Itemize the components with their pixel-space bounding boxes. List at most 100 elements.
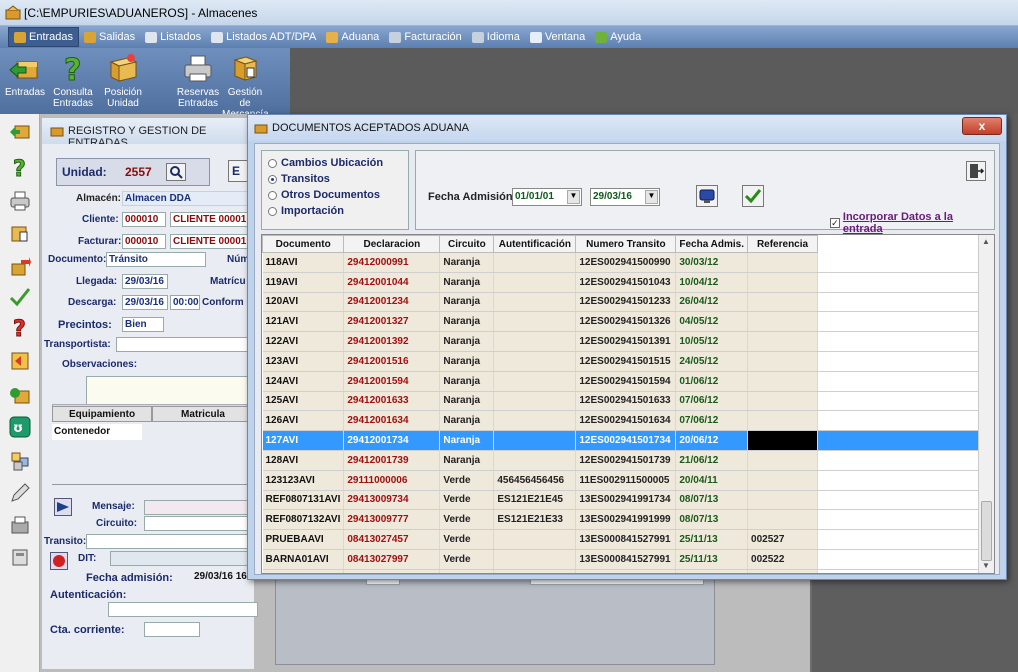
- table-cell[interactable]: 29412001739: [343, 450, 441, 471]
- scroll-up-icon[interactable]: ▲: [982, 237, 990, 246]
- table-cell[interactable]: 126AVI: [262, 410, 345, 432]
- table-cell[interactable]: PRUEBAAVI: [262, 529, 345, 550]
- table-cell[interactable]: 12ES002941501515: [575, 351, 677, 372]
- table-cell[interactable]: Naranja: [439, 450, 495, 471]
- table-cell[interactable]: 002527: [747, 529, 819, 550]
- table-cell[interactable]: 29412001594: [343, 371, 441, 392]
- table-cell[interactable]: 12ES002941501734: [575, 430, 677, 451]
- radio-cambios-ubicaci-n[interactable]: Cambios Ubicación: [268, 157, 383, 169]
- question-red-icon[interactable]: ?: [9, 316, 31, 339]
- table-cell[interactable]: [493, 549, 577, 570]
- documento-field[interactable]: Tránsito: [106, 252, 206, 267]
- archive-icon[interactable]: [9, 546, 31, 568]
- column-header[interactable]: Referencia: [747, 235, 819, 253]
- grid-scrollbar[interactable]: ▲ ▼: [978, 235, 994, 573]
- table-cell[interactable]: 118AVI: [262, 252, 345, 273]
- table-cell[interactable]: [493, 272, 577, 293]
- table-cell[interactable]: 08/07/13: [675, 509, 749, 531]
- chevron-down-icon[interactable]: ▼: [567, 190, 580, 204]
- llegada-field[interactable]: 29/03/16: [122, 274, 168, 289]
- table-cell[interactable]: [493, 410, 577, 432]
- table-cell[interactable]: 13ES002941991999: [575, 509, 677, 531]
- radio-transitos[interactable]: Transitos: [268, 173, 330, 185]
- table-cell[interactable]: REF0807131AVI: [262, 490, 345, 511]
- toolbar-entradas-button[interactable]: Entradas: [2, 52, 48, 112]
- table-cell[interactable]: [747, 371, 819, 392]
- table-cell[interactable]: 12ES002941501326: [575, 311, 677, 333]
- radio-checked-icon[interactable]: [268, 174, 277, 184]
- table-cell[interactable]: 12ES002941501391: [575, 331, 677, 352]
- dialog-close-button[interactable]: x: [962, 117, 1002, 135]
- fecha-desde-select[interactable]: 01/01/01 ▼: [512, 188, 582, 206]
- table-cell[interactable]: 04/05/12: [675, 311, 749, 333]
- table-cell[interactable]: Naranja: [439, 311, 495, 333]
- table-row[interactable]: 118AVI 29412000991 Naranja 12ES002941500990…: [262, 252, 988, 273]
- table-cell[interactable]: 29412000991: [343, 252, 441, 273]
- table-cell[interactable]: 29412001516: [343, 351, 441, 372]
- autenticacion-field[interactable]: [108, 602, 258, 617]
- toolbar-reservas-button[interactable]: Reservas Entradas: [175, 52, 221, 112]
- table-cell[interactable]: 456456456456: [493, 470, 577, 491]
- menu-ayuda[interactable]: Ayuda: [590, 27, 646, 47]
- pen-icon[interactable]: [9, 482, 31, 504]
- table-cell[interactable]: ES121E21E33: [493, 509, 577, 531]
- table-cell[interactable]: 29412001392: [343, 331, 441, 352]
- column-header[interactable]: Declaracion: [343, 235, 441, 253]
- column-header[interactable]: Numero Transito: [575, 235, 677, 253]
- table-cell[interactable]: 29412001734: [343, 430, 441, 451]
- column-header[interactable]: Documento: [262, 235, 345, 253]
- table-cell[interactable]: 119AVI: [262, 272, 345, 293]
- table-row[interactable]: 120AVI 29412001234 Naranja 12ES002941501233…: [262, 292, 988, 313]
- table-cell[interactable]: 29413009777: [343, 509, 441, 531]
- column-header[interactable]: Circuito: [439, 235, 495, 253]
- table-cell[interactable]: 120AVI: [262, 292, 345, 313]
- table-cell[interactable]: 12ES002941501594: [575, 371, 677, 392]
- table-cell[interactable]: Verde: [439, 470, 495, 491]
- table-cell[interactable]: [747, 311, 819, 333]
- table-cell[interactable]: 12ES002941501043: [575, 272, 677, 293]
- table-cell[interactable]: [747, 331, 819, 352]
- table-cell[interactable]: 11ES002911500005: [575, 470, 677, 491]
- radio-otros-documentos[interactable]: Otros Documentos: [268, 189, 380, 201]
- monitor-button[interactable]: [696, 185, 718, 207]
- table-row[interactable]: 128AVI 29412001739 Naranja 12ES002941501739…: [262, 450, 988, 471]
- column-header[interactable]: Autentificación: [493, 235, 577, 253]
- incorporar-checkbox[interactable]: ✓ Incorporar Datos a la entrada: [830, 211, 994, 235]
- table-cell[interactable]: Verde: [439, 549, 495, 570]
- table-cell[interactable]: 122AVI: [262, 331, 345, 352]
- almacen-field[interactable]: Almacen DDA: [122, 191, 254, 206]
- table-cell[interactable]: 29412001234: [343, 292, 441, 313]
- table-cell[interactable]: 12ES002941501739: [575, 450, 677, 471]
- menu-listados[interactable]: Listados: [140, 27, 206, 47]
- chevron-down-icon[interactable]: ▼: [645, 190, 658, 204]
- toolbar-gestion-button[interactable]: Gestión de Mercancía: [222, 52, 269, 120]
- scroll-down-icon[interactable]: ▼: [982, 561, 990, 570]
- menu-facturaci-n[interactable]: Facturación: [384, 27, 466, 47]
- table-cell[interactable]: 01/06/12: [675, 371, 749, 392]
- table-cell[interactable]: 08413027457: [343, 529, 441, 550]
- question-icon[interactable]: ?: [9, 156, 31, 179]
- mensaje-field[interactable]: [144, 500, 254, 515]
- table-cell[interactable]: [493, 430, 577, 451]
- table-cell[interactable]: 08413027588: [343, 569, 441, 573]
- table-cell[interactable]: 124AVI: [262, 371, 345, 392]
- table-cell[interactable]: [747, 252, 819, 273]
- table-cell[interactable]: 10/05/12: [675, 331, 749, 352]
- table-row[interactable]: REF0807131AVI 29413009734 Verde ES121E21E45…: [262, 490, 988, 511]
- table-cell[interactable]: [747, 351, 819, 372]
- menu-aduana[interactable]: Aduana: [321, 27, 384, 47]
- table-cell[interactable]: [747, 410, 819, 432]
- cliente-name-field[interactable]: CLIENTE 00001: [170, 212, 254, 227]
- exit-button[interactable]: [966, 161, 986, 181]
- facturar-code-field[interactable]: 000010: [122, 234, 166, 249]
- table-cell[interactable]: [747, 430, 819, 451]
- table-cell[interactable]: 125AVI: [262, 391, 345, 412]
- radio-unchecked-icon[interactable]: [268, 206, 277, 216]
- radio-unchecked-icon[interactable]: [268, 190, 277, 200]
- table-cell[interactable]: 29412001327: [343, 311, 441, 333]
- box-arrow-icon[interactable]: [9, 120, 31, 142]
- table-cell[interactable]: 29412001044: [343, 272, 441, 293]
- table-cell[interactable]: 30/03/12: [675, 252, 749, 273]
- table-cell[interactable]: 29412001633: [343, 391, 441, 412]
- menu-listados-adt-dpa[interactable]: Listados ADT/DPA: [206, 27, 321, 47]
